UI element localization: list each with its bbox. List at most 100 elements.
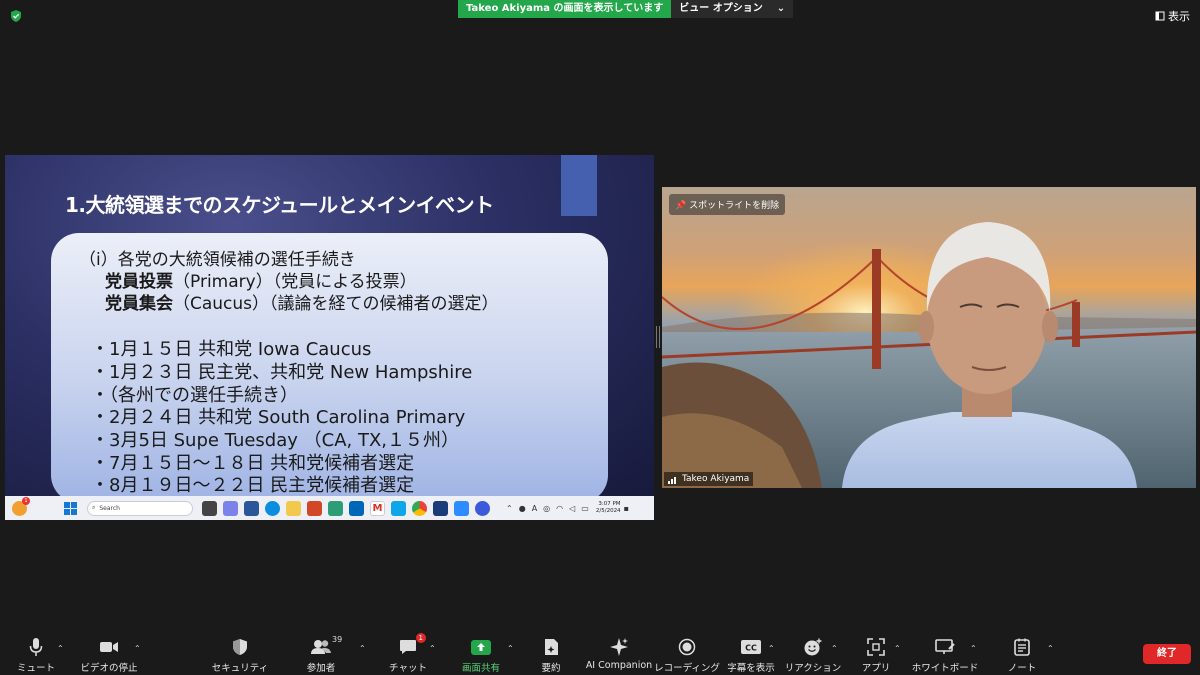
whiteboard-options-chevron-icon[interactable]: ⌃ [970, 644, 977, 653]
notification-badge: 1 [22, 496, 30, 505]
display-label: 表示 [1168, 10, 1190, 23]
chevron-down-icon: ⌄ [776, 3, 786, 14]
chat-label: チャット [389, 663, 427, 674]
app-icon [328, 500, 343, 516]
split-view-resize-handle[interactable] [656, 326, 660, 348]
slide-content-card: （i）各党の大統領候補の選任手続き 党員投票（Primary）（党員による投票）… [51, 233, 608, 496]
video-options-chevron-icon[interactable]: ⌃ [134, 644, 141, 653]
whiteboard-button[interactable]: ホワイトボード [903, 636, 987, 674]
notes-options-chevron-icon[interactable]: ⌃ [1047, 644, 1054, 653]
audio-options-chevron-icon[interactable]: ⌃ [57, 644, 64, 653]
security-button[interactable]: セキュリティ [198, 636, 282, 674]
summary-label: 要約 [541, 663, 561, 674]
file-explorer-icon [286, 500, 301, 516]
chat-options-chevron-icon[interactable]: ⌃ [429, 644, 436, 653]
task-view-icon [202, 500, 217, 516]
windows-start-icon [64, 501, 77, 515]
remove-spotlight-button[interactable]: 📌 スポットライトを削除 [669, 194, 786, 215]
shared-screen-slide: 1.大統領選までのスケジュールとメインイベント （i）各党の大統領候補の選任手続… [5, 155, 654, 496]
slide-title: 1.大統領選までのスケジュールとメインイベント [65, 193, 494, 217]
weather-icon: 1 [12, 496, 30, 516]
tray-app-icon: ◎ [543, 503, 551, 513]
view-options-label: ビュー オプション [679, 3, 763, 14]
store-icon [349, 500, 364, 516]
participants-label: 参加者 [306, 663, 336, 674]
tray-input-indicator: A [531, 503, 538, 513]
view-options-button[interactable]: ビュー オプション ⌄ [671, 0, 794, 18]
closed-captions-icon: CC [739, 636, 763, 658]
tray-microphone-icon: ● [518, 503, 526, 513]
slide-term-caucus-desc: （Caucus）（議論を経ての候補者の選定） [173, 294, 499, 314]
share-screen-label: 画面共有 [461, 663, 500, 674]
apps-icon [864, 636, 888, 658]
whiteboard-label: ホワイトボード [911, 663, 979, 674]
participants-options-chevron-icon[interactable]: ⌃ [359, 644, 366, 653]
chrome-icon [412, 500, 427, 516]
taskbar-date: 2/5/2024 [595, 508, 621, 514]
microphone-icon [24, 636, 48, 658]
participant-name: Takeo Akiyama [682, 474, 750, 484]
share-screen-icon [469, 636, 493, 658]
ai-companion-label: AI Companion [585, 660, 653, 671]
slide-line: ・8月１９日～２２日 民主党候補者選定 [91, 475, 415, 496]
tray-battery-icon: ▭ [581, 503, 589, 513]
layout-icon [1155, 11, 1165, 21]
tray-chevron-up-icon: ⌃ [506, 503, 513, 513]
tray-volume-icon: ◁ [569, 503, 576, 513]
participants-icon: 39 [309, 635, 342, 658]
meeting-toolbar: ミュート ⌃ ビデオの停止 ⌃ セキュリティ 39 参加者 ⌃ 1 チャット ⌃… [0, 632, 1200, 675]
sharing-status-label: Takeo Akiyama の画面を表示しています [458, 0, 672, 18]
tray-notification-icon: ▪ [623, 503, 629, 513]
pin-icon: 📌 [675, 201, 687, 211]
captions-label: 字幕を表示 [727, 663, 775, 674]
summary-doc-icon [539, 636, 563, 658]
shared-windows-taskbar: 1 ⌕ Search M ⌃ ● A ◎ ◠ ◁ ▭ 3:07 PM 2/5/2… [5, 496, 654, 520]
chat-button[interactable]: 1 チャット [366, 633, 450, 674]
slide-accent-bar [561, 155, 597, 216]
taskbar-search-box: ⌕ Search [87, 500, 193, 516]
end-meeting-button[interactable]: 終了 [1143, 644, 1191, 664]
display-button[interactable]: 表示 [1155, 8, 1190, 24]
app-icon [391, 500, 406, 516]
stop-video-button[interactable]: ビデオの停止 [67, 636, 151, 674]
chat-unread-badge: 1 [415, 633, 426, 643]
zoom-icon [454, 500, 469, 516]
apps-options-chevron-icon[interactable]: ⌃ [894, 644, 901, 653]
taskbar-time: 3:07 PM [598, 501, 621, 507]
video-camera-icon [97, 636, 121, 658]
mute-label: ミュート [16, 663, 55, 674]
signal-strength-icon [668, 476, 676, 484]
encryption-shield-icon[interactable] [9, 9, 23, 23]
participant-count: 39 [332, 635, 343, 644]
participants-button[interactable]: 39 参加者 [279, 635, 363, 674]
notes-label: ノート [1007, 663, 1037, 674]
app-icon [475, 500, 490, 516]
cc-text: CC [745, 644, 757, 653]
virtual-background-golden-gate [662, 187, 1196, 488]
security-shield-icon [228, 636, 252, 658]
stop-video-label: ビデオの停止 [80, 663, 138, 674]
security-label: セキュリティ [211, 663, 269, 674]
gmail-icon: M [370, 500, 385, 516]
taskbar-clock: 3:07 PM 2/5/2024 [596, 501, 621, 515]
taskbar-search-placeholder: Search [99, 504, 120, 512]
notes-icon [1010, 636, 1034, 658]
participant-video-tile[interactable]: 📌 スポットライトを削除 Takeo Akiyama [662, 187, 1196, 488]
zoom-meeting-window: Takeo Akiyama の画面を表示しています ビュー オプション ⌄ 表示… [0, 0, 1200, 675]
teams-icon [223, 500, 238, 516]
remove-spotlight-label: スポットライトを削除 [689, 201, 780, 211]
word-icon [244, 500, 259, 516]
reactions-label: リアクション [784, 663, 842, 674]
slide-term-caucus: 党員集会 [105, 294, 173, 314]
sparkle-icon [607, 636, 631, 658]
whiteboard-icon [933, 636, 957, 658]
slide-line: 党員集会（Caucus）（議論を経ての候補者の選定） [105, 289, 499, 314]
powerpoint-icon [307, 500, 322, 516]
record-icon [675, 636, 699, 658]
participant-name-tag: Takeo Akiyama [664, 472, 754, 486]
chat-bubble-icon: 1 [396, 633, 426, 658]
edge-icon [265, 500, 280, 516]
apps-label: アプリ [861, 663, 891, 674]
tray-wifi-icon: ◠ [556, 503, 564, 513]
notes-button[interactable]: ノート [980, 636, 1064, 674]
